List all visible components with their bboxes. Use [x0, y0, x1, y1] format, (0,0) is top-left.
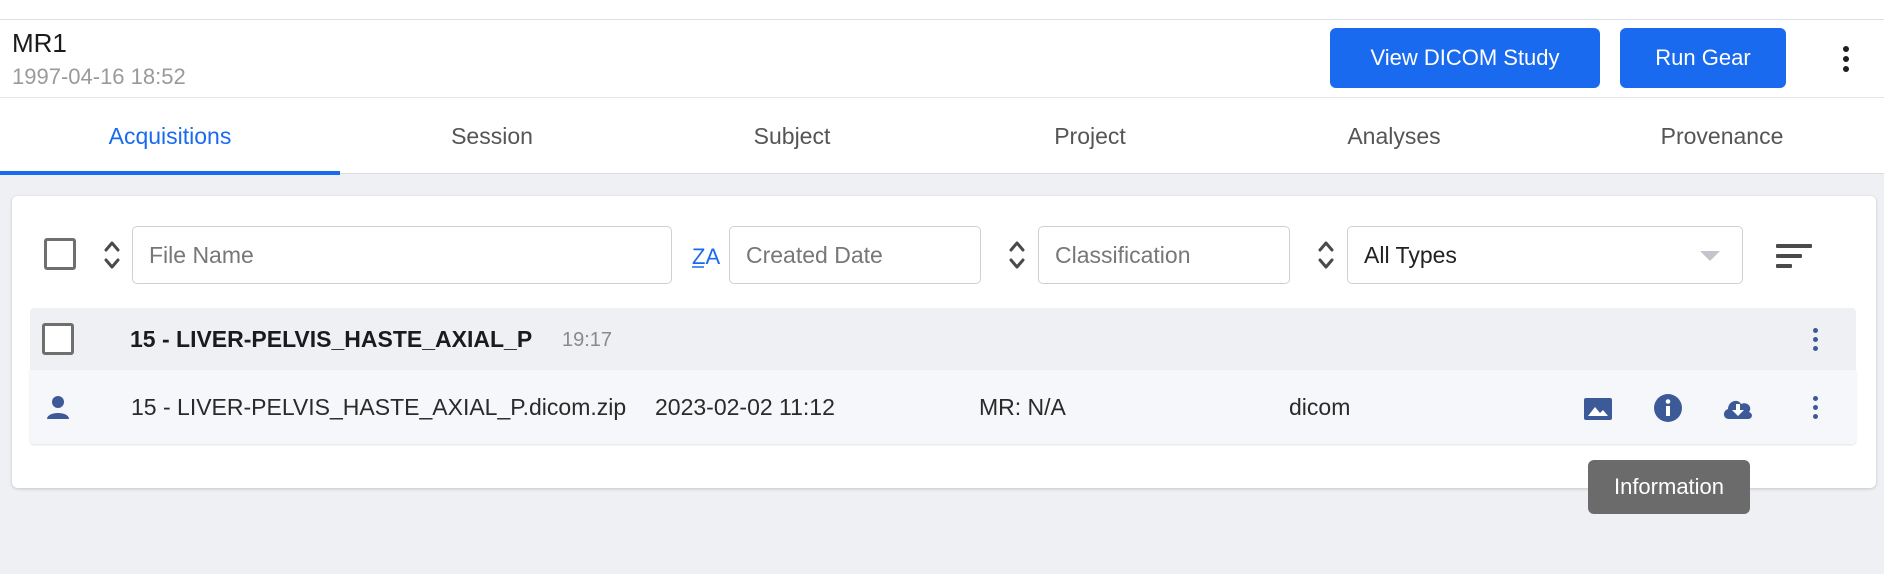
information-tooltip: Information — [1588, 460, 1750, 514]
acquisition-time: 19:17 — [562, 329, 613, 351]
sort-toggle-icon[interactable] — [1006, 238, 1028, 272]
acquisition-name: 15 - LIVER-PELVIS_HASTE_AXIAL_P — [130, 326, 533, 352]
tab-subject[interactable]: Subject — [622, 98, 962, 174]
file-created-date: 2023-02-02 11:12 — [655, 394, 835, 420]
tab-session[interactable]: Session — [322, 98, 662, 174]
sort-toggle-icon[interactable] — [1315, 238, 1337, 272]
files-card: File Name ZA Created Date Classification… — [12, 196, 1876, 488]
file-row[interactable]: 15 - LIVER-PELVIS_HASTE_AXIAL_P.dicom.zi… — [30, 370, 1856, 444]
type-filter-select[interactable]: All Types — [1347, 226, 1743, 284]
top-bar — [0, 0, 1884, 20]
sort-za-icon[interactable]: ZA — [692, 240, 722, 270]
view-dicom-study-button[interactable]: View DICOM Study — [1330, 28, 1600, 88]
file-type: dicom — [1289, 394, 1351, 420]
tab-acquisitions[interactable]: Acquisitions — [0, 98, 340, 175]
type-filter-value: All Types — [1364, 241, 1457, 268]
info-icon[interactable] — [1652, 392, 1684, 424]
classification-filter-input[interactable]: Classification — [1038, 226, 1290, 284]
sort-lines-icon[interactable] — [1774, 240, 1816, 272]
page-title: MR1 — [12, 28, 67, 58]
image-viewer-icon[interactable] — [1582, 392, 1614, 424]
file-classification: MR: N/A — [979, 394, 1066, 420]
file-more-icon[interactable] — [1808, 394, 1822, 420]
session-date: 1997-04-16 18:52 — [12, 64, 186, 89]
run-gear-button[interactable]: Run Gear — [1620, 28, 1786, 88]
created-date-filter-input[interactable]: Created Date — [729, 226, 981, 284]
tab-bar: Acquisitions Session Subject Project Ana… — [0, 98, 1884, 175]
file-name-filter-input[interactable]: File Name — [132, 226, 672, 284]
group-more-icon[interactable] — [1808, 326, 1822, 352]
tab-provenance[interactable]: Provenance — [1552, 98, 1884, 174]
select-all-checkbox[interactable] — [44, 238, 76, 270]
tab-analyses[interactable]: Analyses — [1224, 98, 1564, 174]
group-checkbox[interactable] — [42, 323, 74, 355]
chevron-down-icon — [1700, 251, 1720, 261]
sort-toggle-icon[interactable] — [101, 238, 123, 272]
tab-project[interactable]: Project — [920, 98, 1260, 174]
cloud-download-icon[interactable] — [1720, 392, 1756, 424]
file-name: 15 - LIVER-PELVIS_HASTE_AXIAL_P.dicom.zi… — [131, 394, 627, 420]
session-header: MR1 1997-04-16 18:52 View DICOM Study Ru… — [0, 20, 1884, 98]
person-icon — [47, 396, 69, 419]
more-options-icon[interactable] — [1836, 44, 1856, 74]
svg-text:ZA: ZA — [692, 244, 720, 269]
acquisition-group-row[interactable]: 15 - LIVER-PELVIS_HASTE_AXIAL_P 19:17 — [30, 308, 1856, 370]
